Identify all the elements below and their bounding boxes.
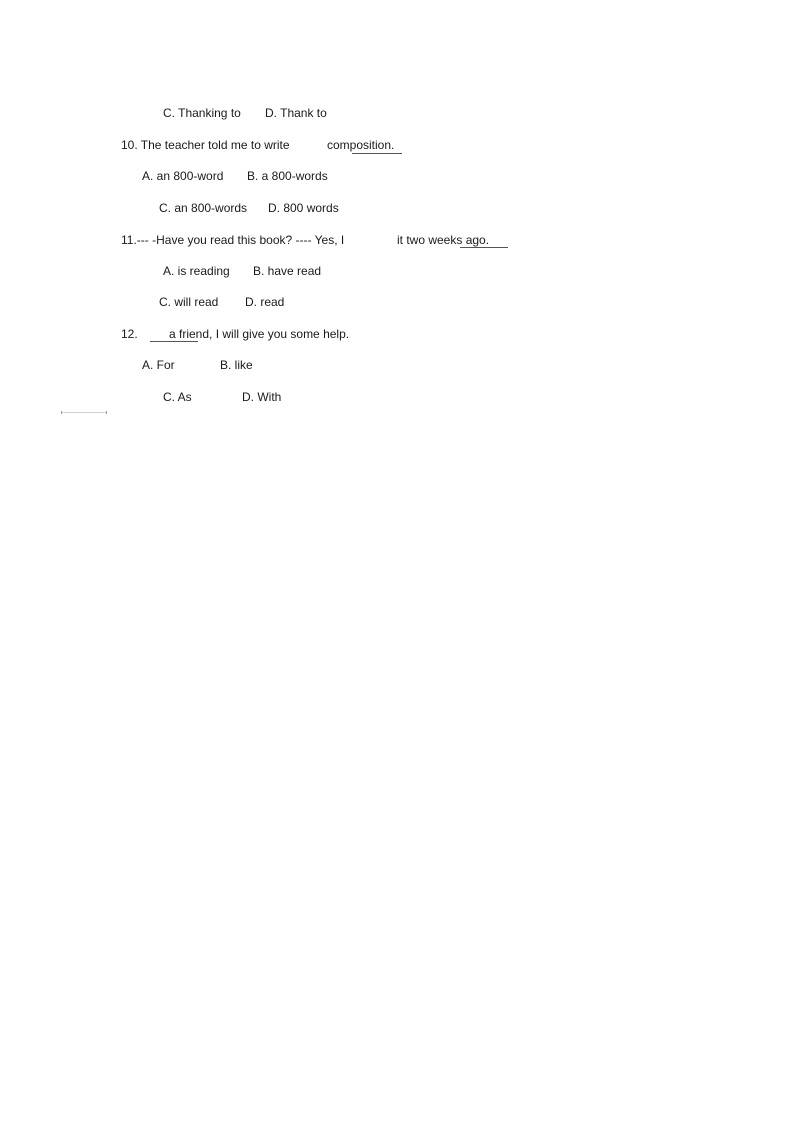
- q12-number: 12.: [121, 327, 138, 341]
- q11-stem-end: it two weeks ago.: [397, 233, 490, 247]
- q11-option-c: C. will read: [159, 295, 219, 309]
- q12-option-b: B. like: [220, 358, 253, 372]
- footer-divider: [61, 411, 107, 414]
- q12-option-c: C. As: [163, 390, 192, 404]
- q10-stem-end: composition.: [327, 138, 395, 152]
- q11-answer-blank: [460, 247, 508, 248]
- q10-option-d: D. 800 words: [268, 201, 339, 215]
- q11-option-b: B. have read: [253, 264, 322, 278]
- q12-stem-text: a friend, I will give you some help.: [169, 327, 350, 341]
- q10-option-c: C. an 800-words: [159, 201, 248, 215]
- q11-option-a: A. is reading: [163, 264, 230, 278]
- q12-option-a: A. For: [142, 358, 175, 372]
- q9-option-c: C. Thanking to: [163, 106, 241, 120]
- q10-option-a: A. an 800-word: [142, 169, 224, 183]
- q10-answer-blank: [352, 153, 402, 154]
- q10-option-b: B. a 800-words: [247, 169, 328, 183]
- q12-option-d: D. With: [242, 390, 282, 404]
- q11-stem-text: 11.--- -Have you read this book? ---- Ye…: [121, 233, 345, 247]
- q11-option-d: D. read: [245, 295, 285, 309]
- q9-option-d: D. Thank to: [265, 106, 327, 120]
- q12-answer-blank: [150, 341, 198, 342]
- q10-stem-text: 10. The teacher told me to write: [121, 138, 290, 152]
